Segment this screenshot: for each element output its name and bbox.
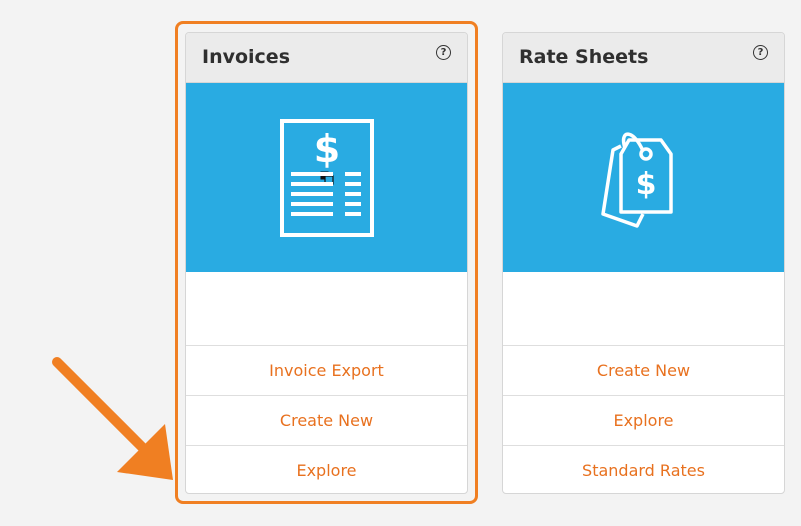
svg-text:$: $ [635,167,656,202]
rate-sheets-banner[interactable]: $ [503,83,784,272]
rate-sheets-card-spacer [503,272,784,346]
help-circle-icon[interactable]: ? [753,45,768,60]
standard-rates-link[interactable]: Standard Rates [503,446,784,493]
rate-sheets-card-header: Rate Sheets ? [503,33,784,83]
rate-sheets-card-title: Rate Sheets [519,46,649,68]
rate-sheets-create-new-link[interactable]: Create New [503,346,784,396]
rate-sheets-card: Rate Sheets ? $ Create New Explore Stand… [502,32,785,494]
price-tag-icon: $ [600,131,673,228]
rate-sheets-explore-link[interactable]: Explore [503,396,784,446]
orange-arrow-icon [52,357,173,480]
orange-highlight-border [175,21,478,504]
